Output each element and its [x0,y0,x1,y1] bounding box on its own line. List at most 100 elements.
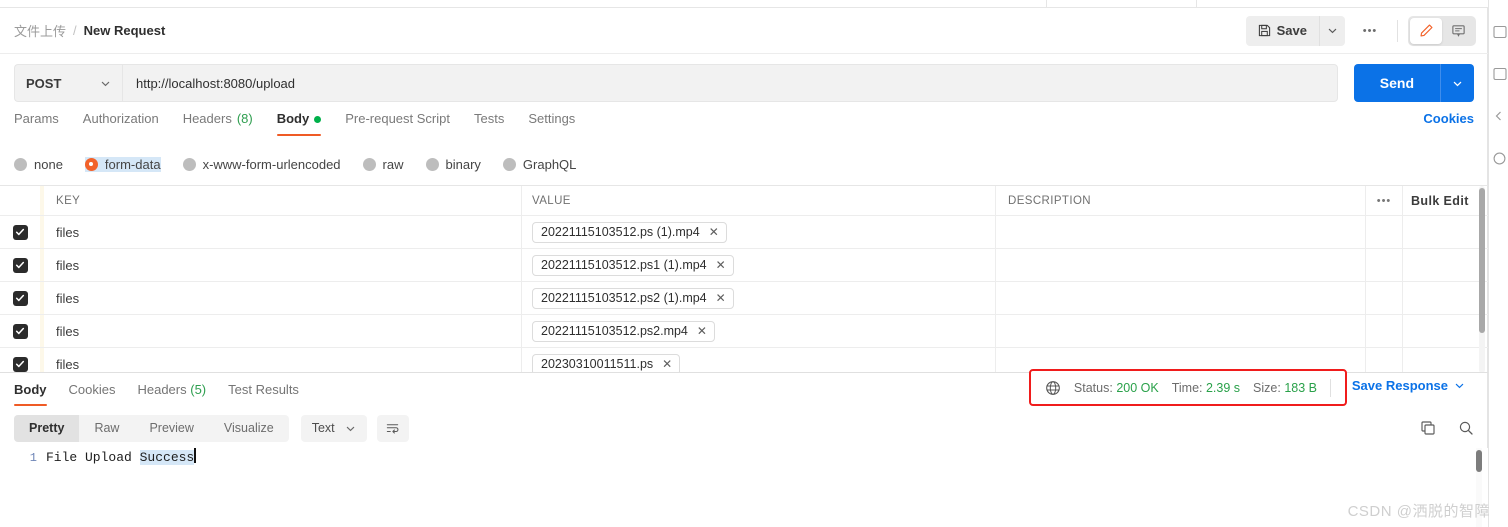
response-tab-headers[interactable]: Headers (5) [137,382,206,406]
comment-icon[interactable] [1442,18,1474,44]
row-description-cell[interactable] [996,249,1366,281]
breadcrumb-collection[interactable]: 文件上传 [14,21,66,40]
more-actions-button[interactable]: ••• [1353,16,1387,46]
view-pretty[interactable]: Pretty [14,414,80,442]
response-body-editor[interactable]: 1 File Upload Success [0,448,1488,527]
response-view-segment: Pretty Raw Preview Visualize [14,414,289,442]
search-icon[interactable] [1458,420,1474,436]
radio-x-www-form-urlencoded[interactable]: x-www-form-urlencoded [182,157,341,172]
row-description-cell[interactable] [996,282,1366,314]
layout-sidebar-icon[interactable] [1489,24,1508,40]
row-checkbox-cell [0,315,40,347]
right-sidebar-rail [1488,0,1508,527]
tab-label: Authorization [82,111,159,126]
tab-label: Settings [528,111,576,126]
view-preview[interactable]: Preview [134,415,208,442]
remove-file-icon[interactable]: ✕ [662,358,672,370]
code-text-plain: File Upload [46,450,140,465]
postman-window: 文件上传 / New Request Save ••• POST http://… [0,0,1508,527]
tab-pre-request-script[interactable]: Pre-request Script [345,111,450,136]
table-scrollbar-thumb[interactable] [1479,188,1485,333]
view-raw[interactable]: Raw [79,415,134,442]
tab-authorization[interactable]: Authorization [83,111,159,136]
tab-label: Cookies [68,382,116,397]
breadcrumb-separator: / [73,23,77,38]
tab-headers[interactable]: Headers (8) [183,111,253,136]
row-key-cell[interactable]: files [44,216,522,248]
response-time: Time: 2.39 s [1172,381,1240,395]
radio-graphql[interactable]: GraphQL [502,157,576,172]
radio-raw[interactable]: raw [362,157,404,172]
row-value-cell[interactable]: 20230310011511.ps ✕ [522,348,996,372]
row-checkbox[interactable] [12,257,28,273]
tab-label: Tests [473,111,505,126]
row-key-cell[interactable]: files [44,348,522,372]
tab-label: Pre-request Script [345,111,450,126]
response-tab-test-results[interactable]: Test Results [228,382,299,406]
row-key-cell[interactable]: files [44,249,522,281]
remove-file-icon[interactable]: ✕ [697,325,707,337]
http-method-select[interactable]: POST [14,64,122,102]
tab-params[interactable]: Params [14,111,59,136]
row-key-value: files [56,356,80,372]
row-value-cell[interactable]: 20221115103512.ps2 (1).mp4 ✕ [522,282,996,314]
wrap-lines-icon[interactable] [376,414,409,442]
tab-body[interactable]: Body [276,111,322,136]
save-button[interactable]: Save [1245,15,1319,46]
radio-label: none [34,156,63,172]
request-tabs: Params Authorization Headers (8) Body Pre… [0,111,1488,144]
remove-file-icon[interactable]: ✕ [716,292,726,304]
row-key-value: files [56,224,80,240]
cookies-link[interactable]: Cookies [1423,111,1474,126]
row-key-cell[interactable]: files [44,282,522,314]
tab-label: Test Results [228,382,299,397]
save-dropdown-button[interactable] [1319,15,1345,46]
row-description-cell[interactable] [996,315,1366,347]
code-snippet-icon[interactable] [1489,66,1508,82]
remove-file-icon[interactable]: ✕ [716,259,726,271]
tab-settings[interactable]: Settings [528,111,575,136]
row-key-cell[interactable]: files [44,315,522,347]
request-tab-strip [0,0,1488,8]
row-value-cell[interactable]: 20221115103512.ps2.mp4 ✕ [522,315,996,347]
pencil-icon[interactable] [1410,17,1442,44]
bulk-edit-button[interactable]: Bulk Edit [1402,186,1488,215]
form-data-table: KEY VALUE DESCRIPTION ••• Bulk Edit file… [0,185,1488,372]
tab-label: Headers [182,111,232,126]
send-dropdown-button[interactable] [1440,64,1474,102]
row-description-cell[interactable] [996,216,1366,248]
response-format-select[interactable]: Text [300,414,367,442]
table-scrollbar[interactable] [1479,186,1485,372]
row-checkbox[interactable] [12,323,28,339]
chevron-icon[interactable] [1489,108,1508,124]
row-checkbox[interactable] [12,356,28,372]
remove-file-icon[interactable]: ✕ [709,226,719,238]
file-name: 20221115103512.ps2 (1).mp4 [541,291,707,305]
row-checkbox[interactable] [12,290,28,306]
row-value-cell[interactable]: 20221115103512.ps1 (1).mp4 ✕ [522,249,996,281]
chevron-down-icon [1455,383,1464,389]
response-tab-body[interactable]: Body [14,382,47,406]
send-button[interactable]: Send [1353,64,1440,102]
copy-icon[interactable] [1420,420,1436,436]
url-input[interactable]: http://localhost:8080/upload [122,64,1338,102]
radio-binary[interactable]: binary [425,157,481,172]
tab-tests[interactable]: Tests [474,111,504,136]
file-name: 20221115103512.ps2.mp4 [541,324,688,338]
header-checkbox-cell [0,186,40,215]
radio-dot [14,157,27,171]
row-more-cell [1366,282,1402,314]
radio-none[interactable]: none [14,157,63,172]
save-response-button[interactable]: Save Response [1352,378,1465,393]
radio-form-data[interactable]: form-data [84,156,161,172]
size-value: 183 B [1284,380,1317,395]
row-checkbox[interactable] [12,224,28,240]
info-circle-icon[interactable] [1489,150,1508,166]
table-row: files 20221115103512.ps1 (1).mp4 ✕ [0,249,1488,282]
view-visualize[interactable]: Visualize [209,415,289,442]
table-more-button[interactable]: ••• [1366,186,1402,215]
row-key-value: files [56,323,80,339]
code-text[interactable]: File Upload Success [46,448,1488,468]
response-tab-cookies[interactable]: Cookies [69,382,116,406]
row-value-cell[interactable]: 20221115103512.ps (1).mp4 ✕ [522,216,996,248]
